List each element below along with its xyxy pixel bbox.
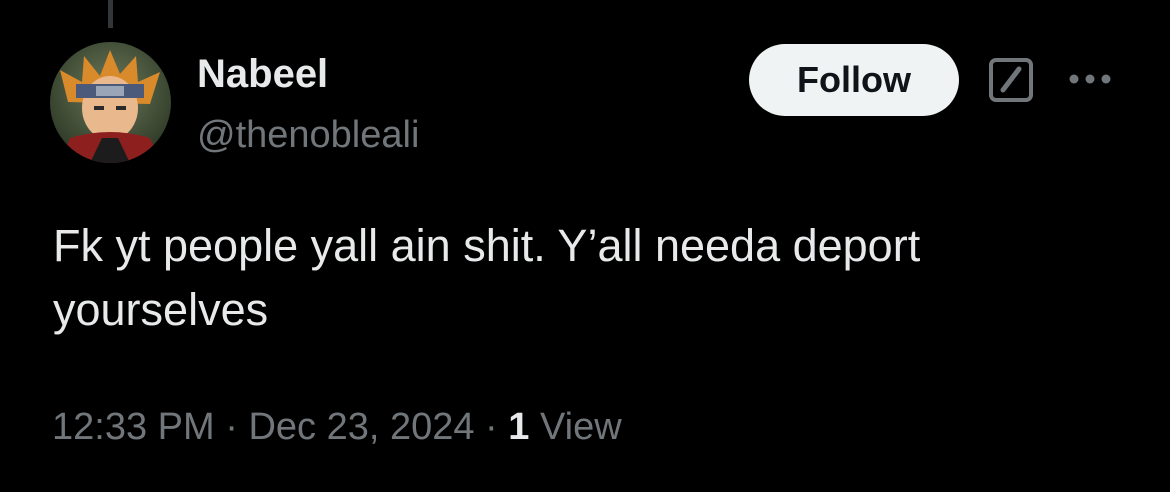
grok-icon[interactable]	[988, 57, 1034, 103]
views-count: 1	[508, 406, 530, 448]
meta-separator: ·	[474, 406, 509, 448]
author-display-name[interactable]: Nabeel	[197, 50, 328, 98]
tweet-time[interactable]: 12:33 PM	[52, 406, 215, 448]
meta-separator: ·	[214, 406, 249, 448]
thread-connector-line	[108, 0, 113, 28]
author-handle[interactable]: @thenobleali	[197, 112, 419, 158]
follow-button[interactable]: Follow	[749, 44, 959, 116]
avatar-image	[50, 42, 171, 163]
tweet-date[interactable]: Dec 23, 2024	[248, 406, 474, 448]
tweet-metadata: 12:33 PM · Dec 23, 2024 · 1 View	[52, 402, 622, 452]
more-options-icon[interactable]	[1068, 64, 1112, 94]
views-label: View	[529, 406, 622, 448]
tweet-text: Fk yt people yall ain shit. Y’all needa …	[53, 220, 921, 335]
avatar[interactable]	[50, 42, 171, 163]
